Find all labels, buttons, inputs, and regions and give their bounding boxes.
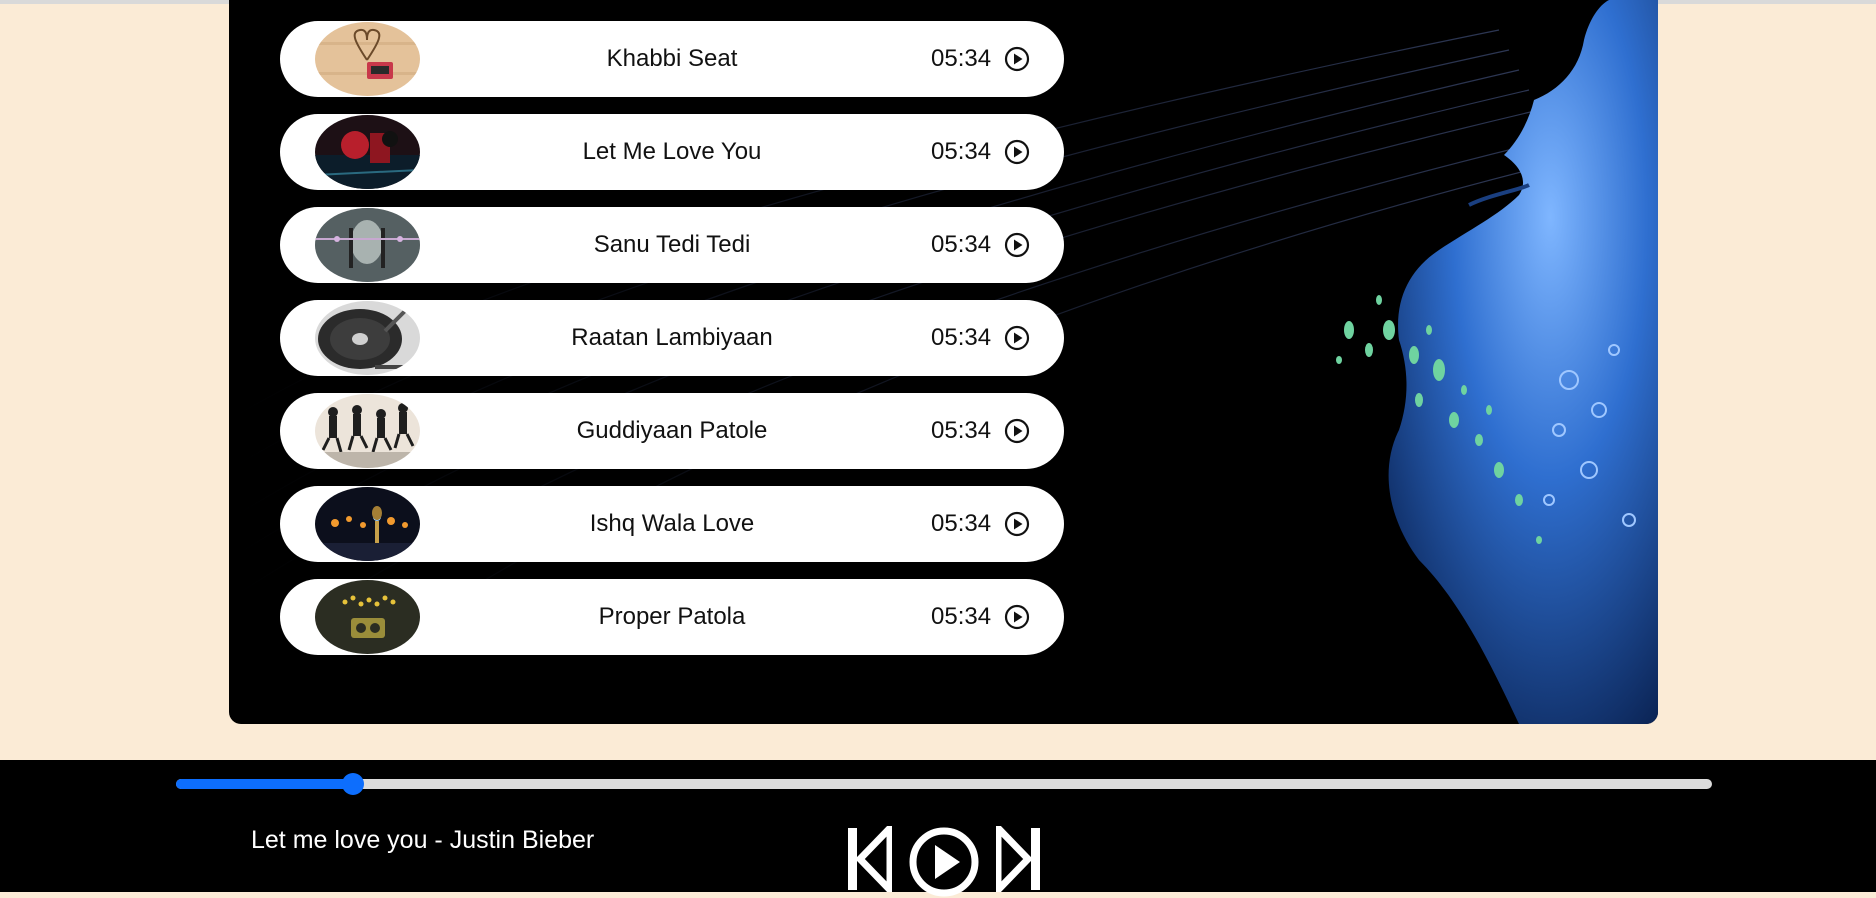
song-thumbnail [315, 301, 420, 375]
song-duration: 05:34 [931, 603, 992, 630]
play-circle-icon[interactable] [1004, 418, 1030, 444]
song-item[interactable]: Ishq Wala Love 05:34 [280, 486, 1064, 562]
previous-icon[interactable] [846, 826, 892, 892]
play-circle-icon[interactable] [1004, 139, 1030, 165]
song-title: Guddiyaan Patole [576, 417, 768, 444]
song-duration: 05:34 [931, 324, 992, 351]
song-duration: 05:34 [931, 138, 992, 165]
seek-handle[interactable] [341, 773, 364, 795]
play-circle-icon[interactable] [1004, 46, 1030, 72]
song-thumbnail [315, 208, 420, 282]
song-item[interactable]: Let Me Love You 05:34 [280, 114, 1064, 190]
song-list: Khabbi Seat 05:34 Let Me Love You 05:34 … [280, 21, 1064, 672]
song-title: Khabbi Seat [606, 45, 738, 72]
song-thumbnail [315, 115, 420, 189]
play-circle-icon[interactable] [1004, 511, 1030, 537]
song-duration: 05:34 [931, 45, 992, 72]
seek-track[interactable] [176, 779, 1712, 789]
song-title: Raatan Lambiyaan [571, 324, 773, 351]
song-title: Ishq Wala Love [589, 510, 755, 537]
now-playing-label: Let me love you - Justin Bieber [251, 826, 595, 854]
song-item[interactable]: Guddiyaan Patole 05:34 [280, 393, 1064, 469]
song-title: Sanu Tedi Tedi [593, 231, 751, 258]
play-circle-icon[interactable] [1004, 604, 1030, 630]
song-duration: 05:34 [931, 417, 992, 444]
song-item[interactable]: Sanu Tedi Tedi 05:34 [280, 207, 1064, 283]
song-item[interactable]: Proper Patola 05:34 [280, 579, 1064, 655]
song-thumbnail [315, 394, 420, 468]
playlist-panel: Khabbi Seat 05:34 Let Me Love You 05:34 … [229, 0, 1658, 724]
seek-progress [176, 779, 353, 789]
play-icon[interactable] [908, 826, 980, 898]
playback-controls [846, 826, 1042, 898]
song-item[interactable]: Raatan Lambiyaan 05:34 [280, 300, 1064, 376]
song-item[interactable]: Khabbi Seat 05:34 [280, 21, 1064, 97]
player-bar: Let me love you - Justin Bieber [0, 760, 1876, 897]
song-title: Proper Patola [598, 603, 746, 630]
song-title: Let Me Love You [582, 138, 762, 165]
seek-slider[interactable] [176, 773, 1712, 795]
play-circle-icon[interactable] [1004, 325, 1030, 351]
song-duration: 05:34 [931, 231, 992, 258]
next-icon[interactable] [996, 826, 1042, 892]
song-thumbnail [315, 22, 420, 96]
song-thumbnail [315, 487, 420, 561]
song-thumbnail [315, 580, 420, 654]
play-circle-icon[interactable] [1004, 232, 1030, 258]
song-duration: 05:34 [931, 510, 992, 537]
